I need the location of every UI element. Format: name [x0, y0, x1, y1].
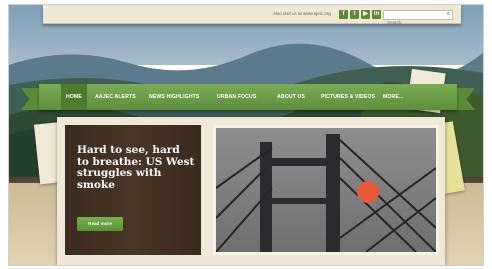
main-nav: HOME AAJEC ALERTS NEWS HIGHLIGHTS URBAN …	[39, 84, 457, 110]
featured-headline[interactable]: Hard to see, hard to breathe: US West st…	[77, 144, 195, 191]
facebook-icon[interactable]: f	[339, 10, 348, 19]
nav-item-about-us[interactable]: ABOUT US	[277, 84, 305, 110]
search-box: ⌕	[383, 10, 453, 27]
nav-item-pictures-videos[interactable]: PICTURES & VIDEOS	[321, 84, 375, 110]
nav-item-urban-focus[interactable]: URBAN FOCUS	[217, 84, 256, 110]
bridge-smoke-image	[216, 128, 436, 252]
nav-item-home[interactable]: HOME	[61, 84, 87, 110]
nav-item-aajec-alerts[interactable]: AAJEC ALERTS	[95, 84, 136, 110]
featured-story: Hard to see, hard to breathe: US West st…	[65, 125, 201, 255]
twitter-icon[interactable]: t	[350, 10, 359, 19]
nav-item-news-highlights[interactable]: NEWS HIGHLIGHTS	[149, 84, 200, 110]
nav-item-more[interactable]: MORE...	[383, 84, 404, 110]
visit-text[interactable]: Also visit us at www.ajeic.org	[273, 11, 331, 16]
youtube-icon[interactable]: ▶	[361, 10, 370, 19]
featured-photo[interactable]	[213, 125, 439, 255]
read-more-button[interactable]: Read more	[77, 217, 123, 231]
linkedin-icon[interactable]: in	[372, 10, 381, 19]
search-icon[interactable]: ⌕	[447, 11, 450, 18]
page-frame: Also visit us at www.ajeic.org f t ▶ in …	[8, 4, 484, 266]
search-input[interactable]	[384, 18, 442, 27]
header-bar: Also visit us at www.ajeic.org f t ▶ in …	[43, 5, 461, 27]
featured-panel: Hard to see, hard to breathe: US West st…	[57, 117, 445, 265]
